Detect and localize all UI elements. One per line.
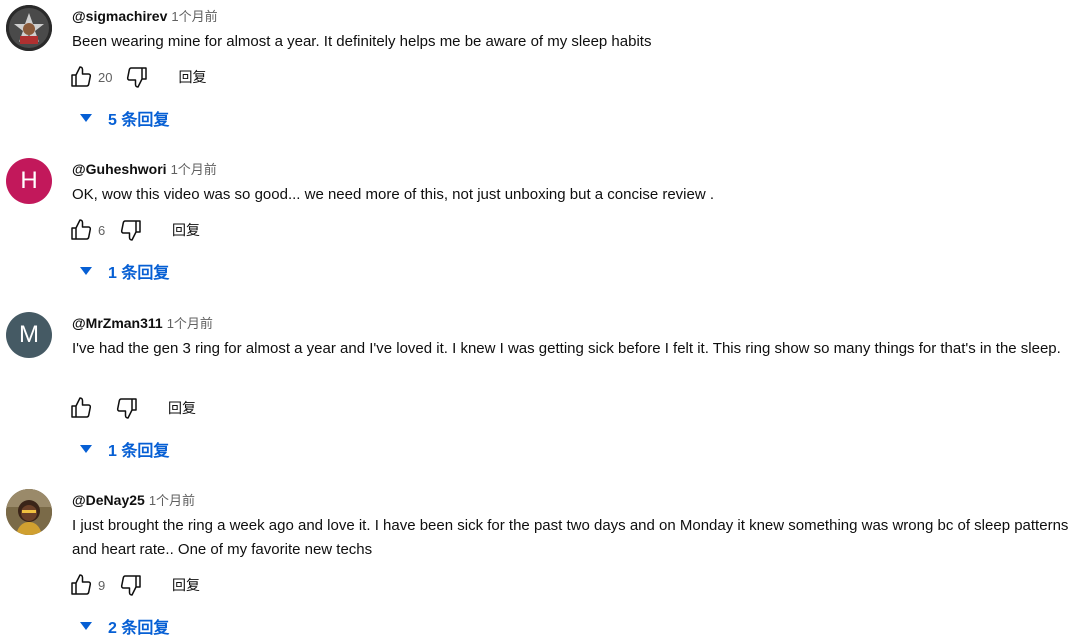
comment-header: @DeNay25 1个月前	[72, 490, 195, 509]
thumb-up-icon	[71, 397, 92, 418]
avatar-letter: H	[20, 167, 38, 194]
like-button[interactable]	[68, 395, 94, 421]
comment-actions: 20 回复	[68, 63, 206, 91]
comment-text: I've had the gen 3 ring for almost a yea…	[72, 340, 1061, 357]
caret-down-icon	[80, 445, 92, 453]
replies-label: 1 条回复	[108, 265, 170, 282]
dislike-button[interactable]	[118, 217, 144, 243]
thumb-down-icon	[120, 575, 141, 596]
thumb-down-icon	[116, 398, 137, 419]
comment-text: I just brought the ring a week ago and l…	[72, 517, 1069, 558]
avatar[interactable]: M	[6, 312, 52, 358]
comment-item: H @Guheshwori 1个月前 OK, wow this video was…	[0, 153, 1080, 293]
replies-label: 5 条回复	[108, 112, 170, 129]
comment-item: @DeNay25 1个月前 I just brought the ring a w…	[0, 484, 1080, 637]
avatar[interactable]: H	[6, 158, 52, 204]
comment-time[interactable]: 1个月前	[171, 162, 217, 177]
thumb-up-icon	[71, 66, 92, 87]
comment-header: @MrZman311 1个月前	[72, 313, 213, 332]
comment-time[interactable]: 1个月前	[149, 493, 195, 508]
comment-text: Been wearing mine for almost a year. It …	[72, 33, 652, 50]
replies-label: 1 条回复	[108, 443, 170, 460]
comment-actions: 9 回复	[68, 571, 200, 599]
dislike-button[interactable]	[114, 395, 140, 421]
caret-down-icon	[80, 622, 92, 630]
like-count: 20	[98, 69, 113, 85]
avatar[interactable]	[6, 489, 52, 535]
like-count: 9	[98, 577, 106, 593]
avatar-image	[6, 489, 52, 535]
caret-down-icon	[80, 114, 92, 122]
caret-down-icon	[80, 267, 92, 275]
comment-time[interactable]: 1个月前	[171, 9, 217, 24]
author-name[interactable]: @MrZman311	[72, 315, 163, 331]
replies-label: 2 条回复	[108, 620, 170, 637]
view-replies-button[interactable]: 1 条回复	[78, 259, 169, 283]
comment-header: @sigmachirev 1个月前	[72, 6, 218, 25]
avatar[interactable]	[6, 5, 52, 51]
author-name[interactable]: @Guheshwori	[72, 161, 167, 177]
view-replies-button[interactable]: 5 条回复	[78, 106, 169, 130]
dislike-button[interactable]	[124, 64, 150, 90]
comment-header: @Guheshwori 1个月前	[72, 159, 217, 178]
comment-actions: 回复	[68, 394, 196, 422]
reply-button[interactable]: 回复	[172, 575, 200, 595]
comment-item: @sigmachirev 1个月前 Been wearing mine for a…	[0, 0, 1080, 140]
reply-button[interactable]: 回复	[172, 220, 200, 240]
view-replies-button[interactable]: 2 条回复	[78, 614, 169, 638]
thumb-up-icon	[71, 219, 92, 240]
comment-actions: 6 回复	[68, 216, 200, 244]
dislike-button[interactable]	[118, 572, 144, 598]
like-count: 6	[98, 222, 106, 238]
thumb-down-icon	[127, 67, 148, 88]
avatar-letter: M	[19, 321, 39, 348]
view-replies-button[interactable]: 1 条回复	[78, 437, 169, 461]
author-name[interactable]: @DeNay25	[72, 492, 145, 508]
reply-button[interactable]: 回复	[178, 67, 206, 87]
comment-text: OK, wow this video was so good... we nee…	[72, 186, 715, 203]
like-button[interactable]	[68, 572, 94, 598]
comment-item: M @MrZman311 1个月前 I've had the gen 3 ring…	[0, 307, 1080, 467]
like-button[interactable]	[68, 64, 94, 90]
comment-time[interactable]: 1个月前	[167, 316, 213, 331]
thumb-down-icon	[120, 220, 141, 241]
reply-button[interactable]: 回复	[168, 398, 196, 418]
like-button[interactable]	[68, 217, 94, 243]
thumb-up-icon	[71, 574, 92, 595]
author-name[interactable]: @sigmachirev	[72, 8, 167, 24]
avatar-image	[6, 5, 52, 51]
